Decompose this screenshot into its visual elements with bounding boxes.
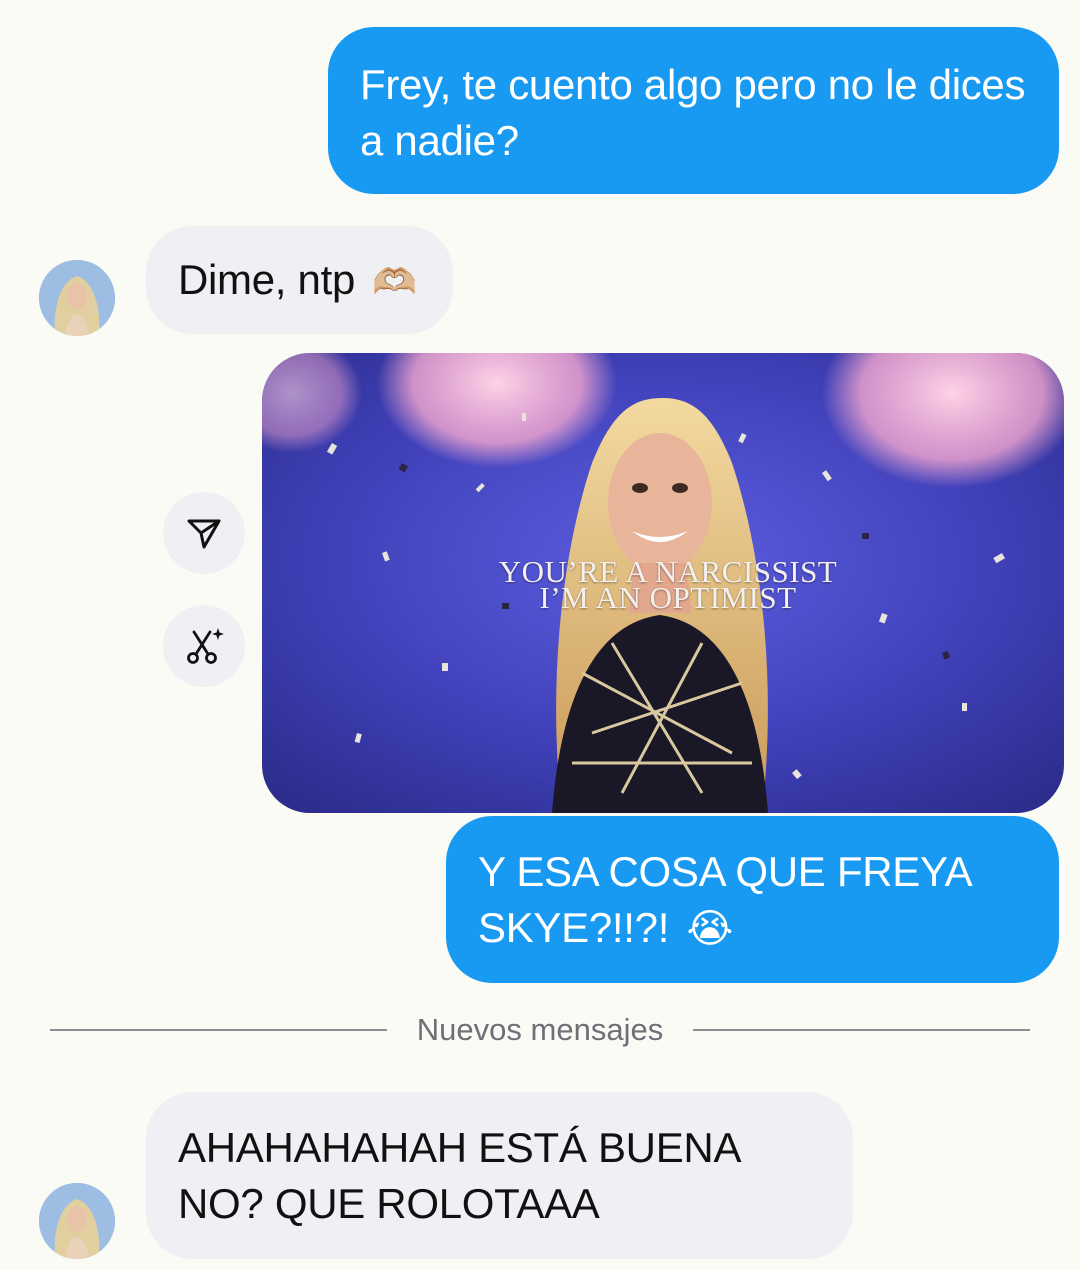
divider-label: Nuevos mensajes xyxy=(416,1012,664,1047)
contact-avatar[interactable] xyxy=(39,1183,115,1259)
scissors-sparkle-icon xyxy=(187,628,224,664)
sent-message-bubble[interactable]: Y ESA COSA QUE FREYA SKYE?!!?! 😭 xyxy=(446,816,1059,983)
chat-thread: Frey, te cuento algo pero no le dices a … xyxy=(0,0,1080,1270)
new-messages-divider: Nuevos mensajes xyxy=(50,1010,1030,1050)
divider-line xyxy=(693,1029,1030,1031)
send-icon xyxy=(187,519,221,549)
received-message-bubble[interactable]: Dime, ntp 🫶🏼 xyxy=(146,226,453,334)
sent-message-bubble[interactable]: Frey, te cuento algo pero no le dices a … xyxy=(328,27,1059,194)
message-text: Dime, ntp xyxy=(178,256,356,303)
video-caption-line: I’M AN OPTIMIST xyxy=(539,580,797,615)
video-message[interactable]: YOU’RE A NARCISSIST I’M AN OPTIMIST xyxy=(262,353,1064,813)
loudly-crying-emoji: 😭 xyxy=(686,907,733,951)
heart-hands-emoji: 🫶🏼 xyxy=(372,261,417,302)
contact-avatar[interactable] xyxy=(39,260,115,336)
divider-line xyxy=(50,1029,387,1031)
message-text: Frey, te cuento algo pero no le dices a … xyxy=(360,61,1026,164)
received-message-bubble[interactable]: AHAHAHAHAH ESTÁ BUENA NO? QUE ROLOTAAA xyxy=(146,1092,853,1259)
message-text: AHAHAHAHAH ESTÁ BUENA NO? QUE ROLOTAAA xyxy=(178,1124,739,1227)
remix-button[interactable] xyxy=(163,605,245,687)
share-button[interactable] xyxy=(163,492,245,574)
